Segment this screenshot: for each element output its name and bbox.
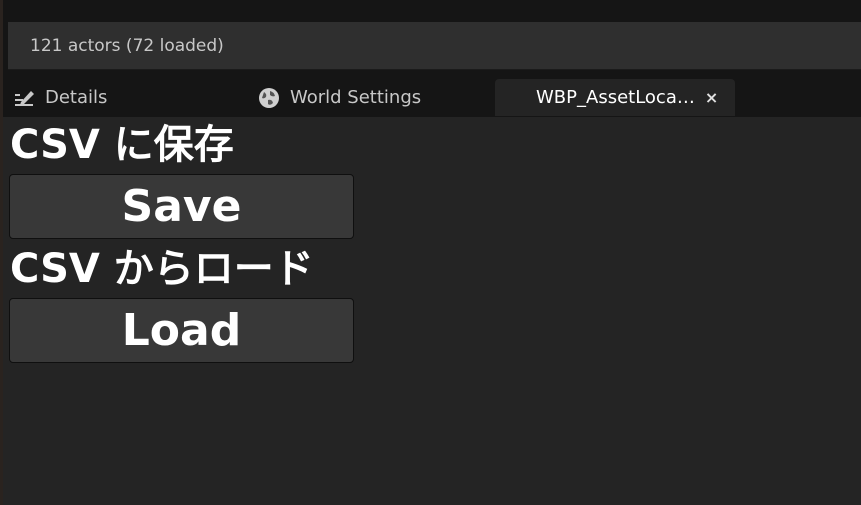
top-strip bbox=[3, 0, 861, 22]
globe-icon bbox=[258, 87, 280, 109]
load-heading: CSV からロード bbox=[10, 246, 314, 292]
save-heading: CSV に保存 bbox=[10, 122, 234, 168]
pencil-icon bbox=[13, 87, 35, 109]
actor-count-text: 121 actors (72 loaded) bbox=[30, 35, 224, 56]
close-tab-icon[interactable]: × bbox=[705, 88, 718, 107]
tab-wbp-label: WBP_AssetLoca… bbox=[536, 87, 695, 108]
tab-wbp-asset-location[interactable]: WBP_AssetLoca… × bbox=[495, 79, 735, 116]
tab-details-label: Details bbox=[45, 87, 108, 108]
save-button-label: Save bbox=[121, 181, 242, 232]
tab-bar: Details World Settings WBP_AssetLoca… × bbox=[3, 71, 861, 117]
widget-panel: CSV に保存 Save CSV からロード Load bbox=[3, 117, 861, 505]
tab-world-settings[interactable]: World Settings bbox=[258, 79, 493, 116]
save-button[interactable]: Save bbox=[9, 174, 354, 239]
load-button-label: Load bbox=[121, 305, 242, 356]
tab-world-settings-label: World Settings bbox=[290, 87, 422, 108]
tab-details[interactable]: Details bbox=[13, 79, 253, 116]
actor-count-bar: 121 actors (72 loaded) bbox=[8, 22, 861, 70]
load-button[interactable]: Load bbox=[9, 298, 354, 363]
editor-window: 121 actors (72 loaded) Details World Set… bbox=[0, 0, 861, 505]
